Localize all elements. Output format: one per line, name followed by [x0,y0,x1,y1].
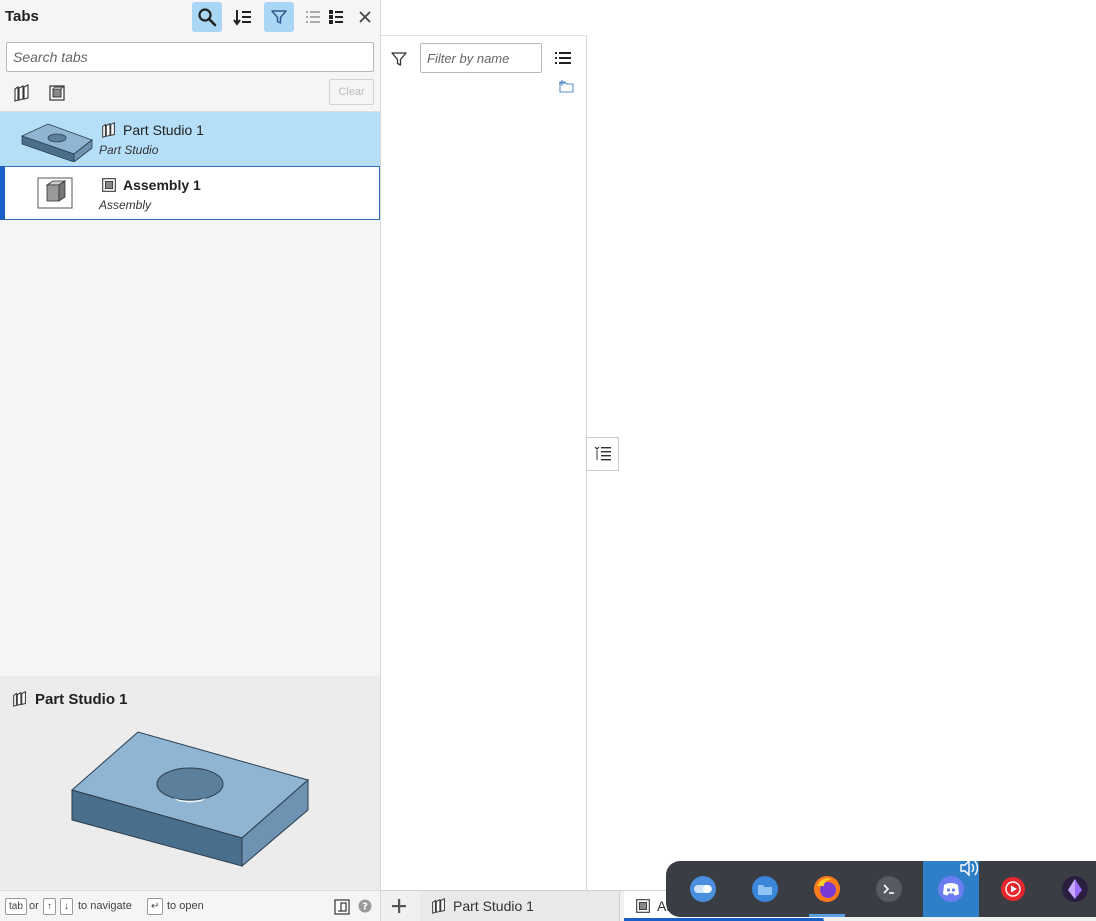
toggle-app-glyph [690,876,716,902]
youtube-music-glyph [1001,877,1025,901]
svg-text:?: ? [362,902,368,913]
tab-list-item-part-studio[interactable]: Part Studio 1 Part Studio [0,112,380,166]
search-toggle-button[interactable] [192,2,222,32]
part-studio-icon [14,84,29,102]
key-up: ↑ [43,898,56,915]
sort-button[interactable] [228,2,258,32]
assembly-filter-button[interactable] [46,82,68,104]
plus-icon [391,899,406,913]
key-enter: ↵ [147,898,164,915]
terminal-glyph [876,876,902,902]
files-icon[interactable] [737,861,793,917]
list-icon[interactable] [554,49,572,67]
youtube-music-icon[interactable] [985,861,1041,917]
preview-title: Part Studio 1 [35,691,128,708]
hint-navigate: to navigate [78,900,132,912]
key-tab: tab [5,898,27,915]
panel-toggle-button[interactable] [586,437,619,471]
part-studio-filter-button[interactable] [11,82,33,104]
part-preview-image [70,731,310,868]
close-panel-button[interactable] [350,2,380,32]
key-down: ↓ [60,898,73,915]
volume-icon [960,859,979,877]
clear-button[interactable]: Clear [329,79,374,105]
tab-part-studio-1[interactable]: Part Studio 1 [420,891,620,921]
help-icon[interactable]: ? [358,899,372,913]
tab-name: Part Studio 1 [123,122,204,138]
assembly-icon [636,899,650,913]
discord-glyph [938,876,964,902]
hint-open: to open [167,900,204,912]
terminal-icon[interactable] [861,861,917,917]
filter-icon [271,10,287,24]
outline-list-icon [594,446,611,461]
crystal-app-icon[interactable] [1047,861,1096,917]
toggle-app-icon[interactable] [675,861,731,917]
tab-label: Part Studio 1 [453,898,534,914]
tab-list-item-assembly[interactable]: Assembly 1 Assembly [0,166,380,220]
panel-title: Tabs [5,8,39,25]
new-folder-icon[interactable] [557,78,575,94]
keyboard-hint-footer: tab or ↑ ↓ to navigate ↵ to open ? [0,890,380,921]
tab-type: Assembly [99,198,152,212]
crystal-glyph [1062,876,1088,902]
detail-view-button[interactable] [321,2,351,32]
firefox-glyph [814,876,840,902]
filter-icon[interactable] [390,50,408,68]
assembly-icon [102,178,116,192]
tabs-panel: Tabs Search tabs Clear Part Studio 1 Par… [0,0,381,921]
layout-toggle-icon[interactable] [334,899,350,915]
part-thumbnail [20,123,93,162]
tab-preview: Part Studio 1 [0,676,380,890]
list-icon [306,11,320,23]
add-tab-button[interactable] [381,891,416,921]
filter-by-name-input[interactable] [420,43,542,73]
detail-list-icon [329,10,343,24]
part-studio-icon [102,121,115,138]
close-icon [359,11,371,23]
filter-toggle-button[interactable] [264,2,294,32]
firefox-icon[interactable] [799,861,855,917]
assembly-thumbnail [37,177,73,209]
hint-or: or [29,900,39,912]
search-input[interactable] [6,42,374,72]
tab-type: Part Studio [99,143,159,157]
filter-panel [381,35,587,891]
part-studio-icon [432,897,445,914]
folder-glyph [752,876,778,902]
tabs-header: Tabs [0,0,381,34]
taskbar-dock [666,859,1096,917]
part-studio-icon [13,690,26,707]
assembly-icon [49,85,65,101]
sort-icon [233,10,251,26]
tab-name: Assembly 1 [123,177,201,193]
search-icon [198,8,217,27]
